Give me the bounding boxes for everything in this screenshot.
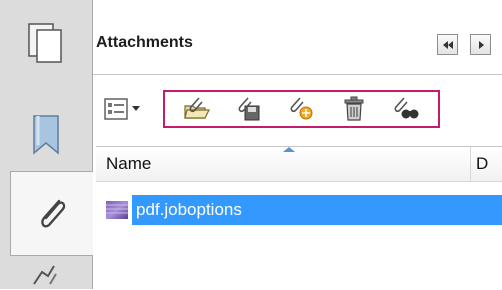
panel-title: Attachments [96, 34, 193, 51]
file-icon [106, 201, 128, 219]
search-attachments-button[interactable] [391, 95, 421, 123]
collapse-panel-button[interactable] [437, 34, 458, 55]
add-attachment-button[interactable] [286, 95, 316, 123]
attachments-icon [41, 199, 66, 227]
options-icon [104, 98, 128, 120]
list-item[interactable]: pdf.joboptions [104, 195, 502, 225]
page-thumbnails-tab[interactable] [10, 2, 82, 84]
signatures-tab[interactable] [10, 262, 82, 289]
navigation-pane-tabs [0, 0, 93, 289]
panel-options-button[interactable] [470, 34, 491, 55]
open-attachment-icon [184, 97, 211, 119]
search-attachments-icon [394, 97, 419, 119]
signatures-icon [33, 265, 57, 285]
attachments-panel: Attachments Name D pdf.joboptions [0, 0, 502, 290]
save-attachment-button[interactable] [234, 95, 264, 123]
attachments-list: Name D pdf.joboptions [96, 146, 502, 290]
page-thumbnails-icon [28, 23, 62, 63]
dropdown-arrow-icon [132, 106, 140, 111]
column-header-description[interactable]: D [476, 154, 488, 174]
attachment-name: pdf.joboptions [132, 195, 502, 225]
column-header-name[interactable]: Name [106, 154, 151, 174]
attachments-tab[interactable] [10, 171, 93, 256]
sort-ascending-icon [283, 147, 295, 152]
delete-attachment-button[interactable] [339, 95, 369, 123]
options-menu-button[interactable] [98, 94, 160, 124]
bookmarks-tab[interactable] [10, 94, 82, 176]
chevron-right-icon [478, 40, 484, 49]
list-header: Name D [96, 147, 502, 182]
column-divider[interactable] [470, 147, 471, 181]
save-attachment-icon [238, 97, 260, 121]
header-divider [93, 74, 502, 75]
double-chevron-left-icon [442, 40, 453, 49]
attachment-tools-group [163, 90, 440, 128]
bookmarks-icon [33, 115, 59, 155]
trash-icon [344, 96, 364, 121]
open-attachment-button[interactable] [182, 95, 212, 123]
add-attachment-icon [291, 97, 313, 120]
